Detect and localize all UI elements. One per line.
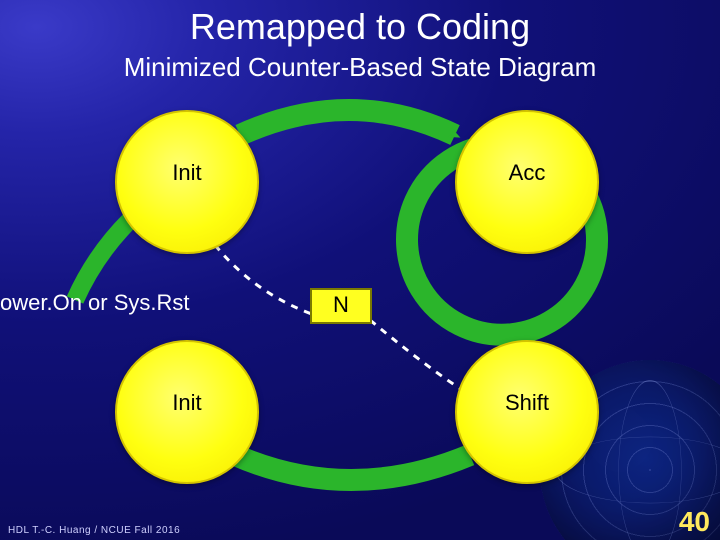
slide: Remapped to Coding Minimized Counter-Bas…: [0, 0, 720, 540]
arrow-shift-to-init: [235, 455, 470, 480]
edge-label-n: N: [310, 288, 372, 324]
state-label: Init: [117, 390, 257, 416]
state-label: Init: [117, 160, 257, 186]
state-init-bottom: Init: [115, 340, 259, 484]
entry-label: ower.On or Sys.Rst: [0, 290, 190, 316]
page-title: Remapped to Coding: [0, 6, 720, 48]
arrow-init-to-acc: [240, 110, 455, 135]
state-label: Acc: [457, 160, 597, 186]
state-label: Shift: [457, 390, 597, 416]
state-shift: Shift: [455, 340, 599, 484]
state-acc: Acc: [455, 110, 599, 254]
arrow-entry: [75, 220, 130, 300]
state-init-top: Init: [115, 110, 259, 254]
page-number: 40: [679, 506, 710, 538]
page-subtitle: Minimized Counter-Based State Diagram: [0, 52, 720, 83]
footer-text: HDL T.-C. Huang / NCUE Fall 2016: [8, 525, 180, 536]
arrow-n-to-shift-dashed: [370, 320, 470, 395]
